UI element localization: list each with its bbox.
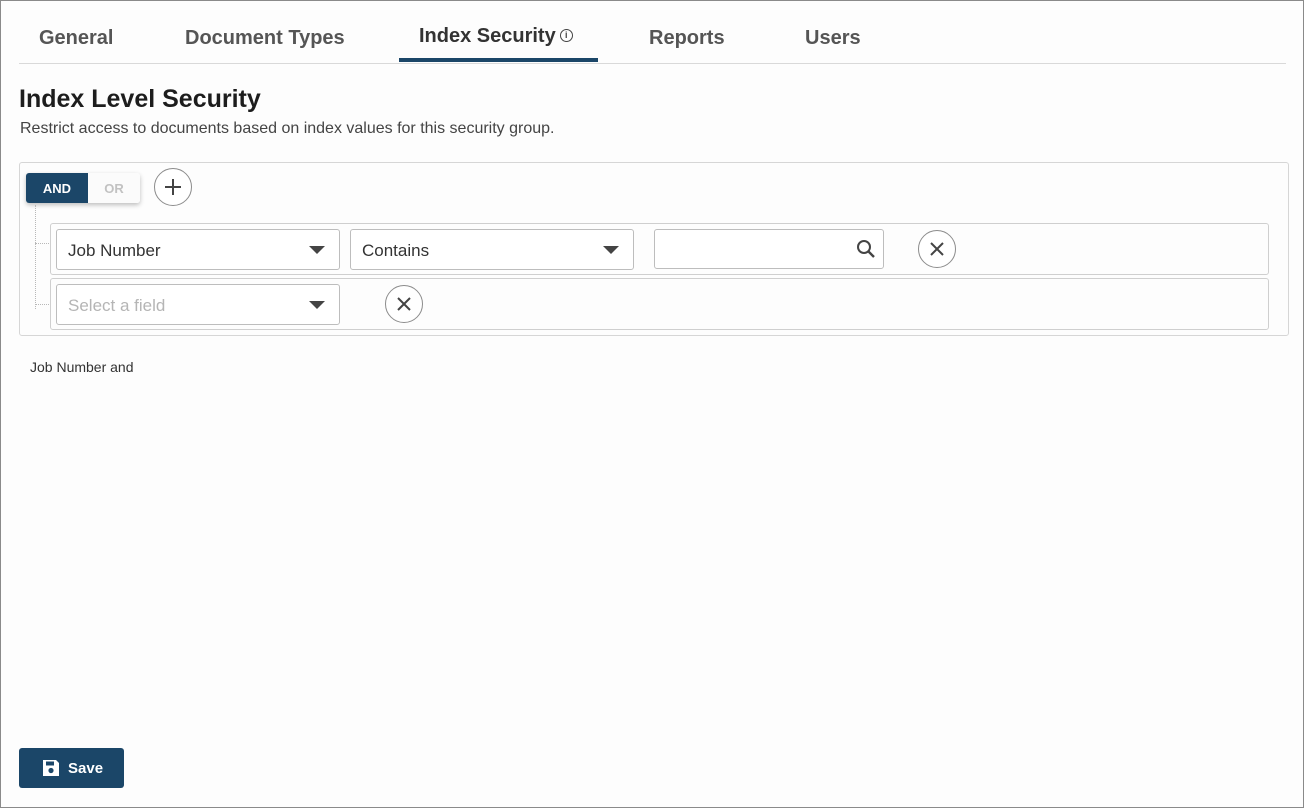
info-icon: i <box>559 29 573 42</box>
close-icon <box>397 297 411 311</box>
save-button[interactable]: Save <box>19 748 124 788</box>
field-select-value: Job Number <box>68 241 161 260</box>
rule-row: Job Number Contains <box>50 223 1269 275</box>
remove-rule-button[interactable] <box>918 230 956 268</box>
close-icon <box>930 242 944 256</box>
add-rule-button[interactable] <box>154 168 192 206</box>
chevron-down-icon <box>309 246 325 254</box>
and-button[interactable]: AND <box>26 173 88 203</box>
field-select-placeholder: Select a field <box>68 296 166 315</box>
page-frame: General Document Types Index Security i R… <box>0 0 1304 808</box>
chevron-down-icon <box>309 301 325 309</box>
page-title: Index Level Security <box>19 85 261 113</box>
field-select[interactable]: Job Number <box>56 229 340 270</box>
search-icon[interactable] <box>856 239 876 259</box>
plus-icon <box>165 179 181 195</box>
or-button[interactable]: OR <box>88 173 140 203</box>
operator-select[interactable]: Contains <box>350 229 634 270</box>
tab-general[interactable]: General <box>39 27 113 50</box>
tab-reports[interactable]: Reports <box>649 27 725 50</box>
query-summary: Job Number and <box>30 359 134 375</box>
tab-index-security[interactable]: Index Security i <box>419 25 573 48</box>
save-icon <box>43 760 59 776</box>
operator-select-value: Contains <box>362 241 430 260</box>
query-builder: AND OR Job Number Contains Select a fiel… <box>19 162 1289 336</box>
chevron-down-icon <box>603 246 619 254</box>
tab-document-types[interactable]: Document Types <box>185 27 345 50</box>
rule-row: Select a field <box>50 278 1269 330</box>
active-tab-indicator <box>399 58 598 62</box>
tree-connector <box>35 205 36 309</box>
tab-users[interactable]: Users <box>805 27 861 50</box>
tree-branch <box>35 243 49 244</box>
page-description: Restrict access to documents based on in… <box>20 120 555 137</box>
value-field <box>654 229 884 269</box>
remove-rule-button[interactable] <box>385 285 423 323</box>
value-input[interactable] <box>655 230 845 268</box>
save-button-label: Save <box>68 759 104 777</box>
field-select[interactable]: Select a field <box>56 284 340 325</box>
tree-branch <box>35 304 49 305</box>
tab-index-security-label: Index Security <box>419 25 556 47</box>
tab-bar: General Document Types Index Security i R… <box>19 1 1286 64</box>
combinator-toggle: AND OR <box>26 173 140 203</box>
